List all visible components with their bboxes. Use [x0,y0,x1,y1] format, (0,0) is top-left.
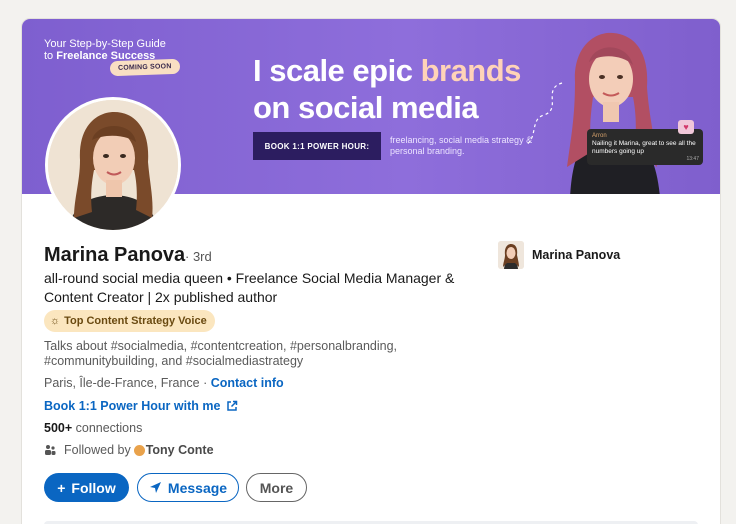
profile-headline: all-round social media queen • Freelance… [44,270,455,305]
follower-avatar [133,444,145,456]
follower-name[interactable]: Tony Conte [146,443,214,457]
company-logo [498,241,524,269]
follow-button[interactable]: + Follow [44,473,129,502]
message-label: Message [167,479,228,496]
location-text: Paris, Île-de-France, France · [44,376,211,390]
more-label: More [259,479,294,496]
company-thumb-image [498,241,524,269]
follow-label: Follow [71,479,116,496]
banner-headline: I scale epic brands on social media [253,52,521,126]
profile-card: Your Step-by-Step Guide to Freelance Suc… [22,19,720,524]
top-voice-badge[interactable]: ☼ Top Content Strategy Voice [44,310,215,332]
chat-bubble: Arron Nailing it Marina, great to see al… [587,129,703,165]
send-icon [149,482,161,493]
company-name: Marina Panova [532,248,621,262]
badge-label: Top Content Strategy Voice [64,315,207,327]
more-button[interactable]: More [246,473,307,502]
guide-line-2-prefix: to [44,50,57,62]
connections-label: connections [72,421,143,435]
current-company[interactable]: Marina Panova [498,241,620,269]
heart-icon: ♥ [678,120,694,134]
headline-part-a: I scale epic [253,53,421,88]
banner-cta-subtitle: freelancing, social media strategy & per… [390,135,533,156]
plus-icon: + [57,479,66,496]
sun-icon: ☼ [50,315,61,327]
connection-degree: · 3rd [185,249,212,264]
chat-text: Nailing it Marina, great to see all the … [592,140,696,155]
followed-by-prefix: Followed by [64,443,131,457]
power-hour-link[interactable]: Book 1:1 Power Hour with me [44,399,238,413]
banner-guide-text: Your Step-by-Step Guide to Freelance Suc… [44,38,166,62]
banner-book-cta: BOOK 1:1 POWER HOUR: [253,132,381,160]
guide-line-1: Your Step-by-Step Guide [44,38,166,50]
connections-number: 500+ [44,421,73,435]
power-hour-label: Book 1:1 Power Hour with me [44,399,221,413]
profile-name: Marina Panova [44,244,186,266]
coming-soon-tag: COMING SOON [109,58,180,77]
avatar-portrait [48,100,178,230]
location-line: Paris, Île-de-France, France · Contact i… [44,376,284,390]
headline-accent: brands [420,53,522,88]
headline-line-2: on social media [253,90,479,125]
talks-about: Talks about #socialmedia, #contentcreati… [44,339,398,368]
connections-count[interactable]: 500+ connections [44,421,142,435]
banner-portrait [567,32,660,194]
people-icon [45,445,56,455]
external-link-icon [227,400,238,411]
chat-time: 13:47 [686,156,699,162]
profile-avatar[interactable] [45,97,181,233]
followed-by: Followed by Tony Conte [44,443,214,457]
contact-info-link[interactable]: Contact info [211,376,284,390]
message-button[interactable]: Message [137,473,239,502]
